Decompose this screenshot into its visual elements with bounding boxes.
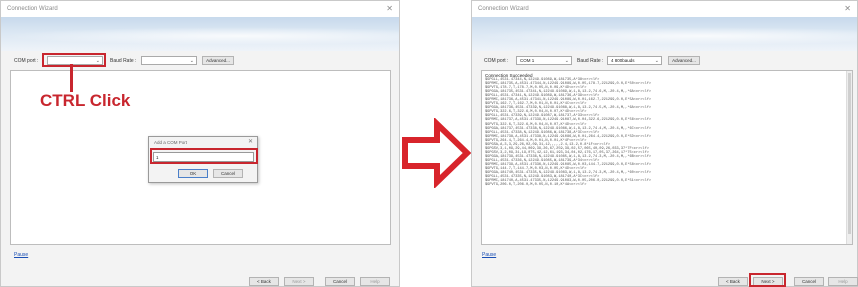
chevron-down-icon: ⌄ [189,58,194,64]
title-bar: Connection Wizard ✕ [1,1,399,18]
next-button[interactable]: Next > [284,277,314,286]
baud-rate-select[interactable]: ⌄ [141,56,197,65]
wizard-banner [1,17,399,51]
dialog-title: Add a COM Port [154,140,188,145]
close-icon[interactable]: ✕ [386,4,393,13]
chevron-down-icon: ⌄ [564,58,569,64]
com-port-label: COM port : [484,58,509,64]
pause-link[interactable]: Pause [14,252,28,258]
wizard-banner [472,17,857,51]
chevron-down-icon: ⌄ [654,58,659,64]
advanced-button[interactable]: Advanced... [668,56,700,65]
window-title: Connection Wizard [478,6,529,12]
connection-wizard-window-after: Connection Wizard ✕ COM port : COM 1 ⌄ B… [471,0,858,287]
back-button[interactable]: < Back [249,277,279,286]
connection-status: Connection Succeeded [485,73,533,78]
scrollbar-thumb[interactable] [848,73,851,234]
com-port-select[interactable]: COM 1 ⌄ [516,56,572,65]
com-port-highlight [42,53,106,67]
connection-settings-row: COM port : COM 1 ⌄ Baud Rate : 4 800baud… [472,54,857,68]
nmea-log-panel: Connection Succeeded $GPGLL,4531.47344,N… [481,70,853,245]
next-button-highlight [749,273,786,287]
advanced-button[interactable]: Advanced... [202,56,234,65]
baud-rate-select[interactable]: 4 800bauds ⌄ [607,56,662,65]
baud-rate-value: 4 800bauds [611,58,635,63]
baud-rate-label: Baud Rate : [577,58,604,64]
input-highlight [150,148,258,164]
com-port-value: COM 1 [520,58,535,63]
nmea-log-lines: $GPGLL,4531.47344,N,12249.91089,W,181735… [482,78,852,187]
back-button[interactable]: < Back [718,277,748,286]
ctrl-click-callout: CTRL Click [40,91,131,110]
arrow-right-icon [402,118,472,188]
title-bar: Connection Wizard ✕ [472,1,857,18]
help-button[interactable]: Help [360,277,390,286]
log-scrollbar[interactable] [846,71,852,244]
cancel-button[interactable]: Cancel [325,277,355,286]
dialog-cancel-button[interactable]: Cancel [213,169,243,178]
com-port-label: COM port : [14,58,39,64]
pause-link[interactable]: Pause [482,252,496,258]
help-button[interactable]: Help [828,277,858,286]
log-line: $GPVTG,206.0,T,206.0,M,0.05,N,0.10,K*4A<… [485,183,587,188]
baud-rate-label: Baud Rate : [110,58,137,64]
window-title: Connection Wizard [7,6,58,12]
close-icon[interactable]: ✕ [248,138,253,145]
close-icon[interactable]: ✕ [844,4,851,13]
ok-button[interactable]: OK [178,169,208,178]
cancel-button[interactable]: Cancel [794,277,824,286]
callout-connector [70,64,73,92]
